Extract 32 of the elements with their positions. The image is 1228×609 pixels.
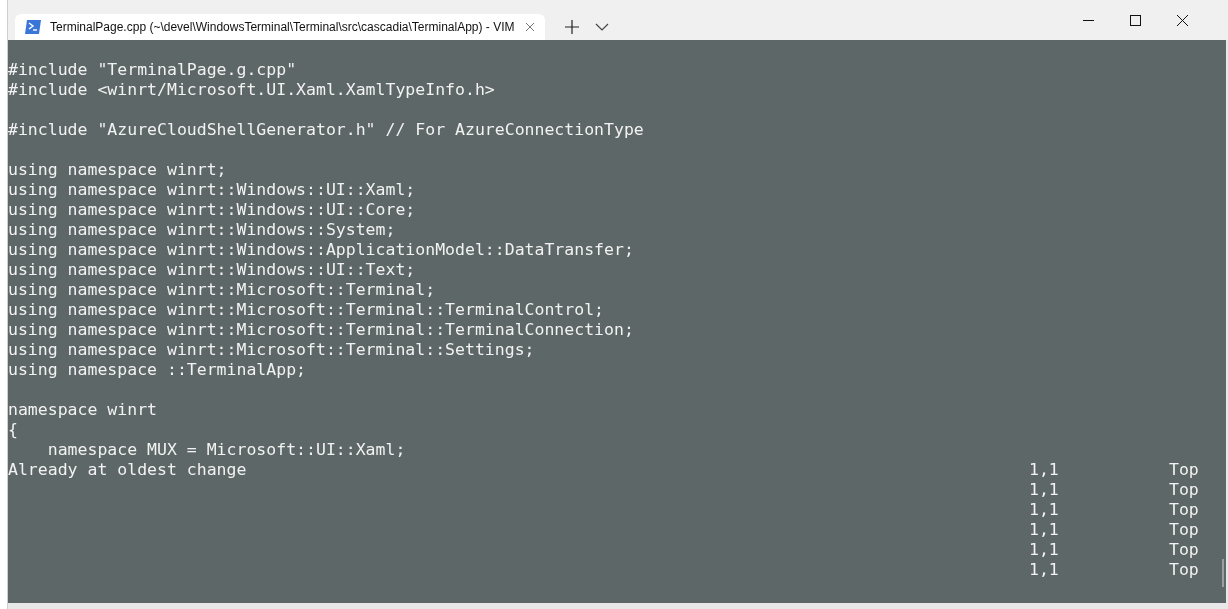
scroll-position: Top — [1169, 540, 1199, 560]
code-line: using namespace ::TerminalApp; — [8, 360, 306, 380]
code-line: #include "AzureCloudShellGenerator.h" // For AzureConnectionType — [8, 120, 644, 140]
cursor-position: 1,1 — [1029, 460, 1059, 479]
cursor-position: 1,1 — [1029, 520, 1059, 539]
code-line: using namespace winrt::Windows::UI::Text; — [8, 260, 416, 280]
code-line: using namespace winrt::Microsoft::Terminal::TerminalConnection; — [8, 320, 634, 340]
code-line: using namespace winrt; — [8, 160, 227, 180]
code-line: #include "TerminalPage.g.cpp" — [8, 60, 297, 80]
tab-title: TerminalPage.cpp (~\devel\WindowsTerminal\Terminal\src\cascadia\TerminalApp) - VIM — [50, 19, 515, 36]
scroll-position: Top — [1169, 460, 1199, 480]
code-line: { — [8, 420, 18, 440]
scroll-position: Top — [1169, 520, 1199, 540]
code-line: using namespace winrt::Windows::UI::Core; — [8, 200, 416, 220]
scroll-position: Top — [1169, 480, 1199, 500]
scroll-position: Top — [1169, 560, 1199, 580]
code-line: using namespace winrt::Windows::UI::Xaml; — [8, 180, 416, 200]
code-line: namespace MUX = Microsoft::UI::Xaml; — [46, 440, 406, 460]
cursor-position: 1,1 — [1029, 560, 1059, 579]
code-line: using namespace winrt::Windows::ApplicationModel::DataTransfer; — [8, 240, 634, 260]
code-line: using namespace winrt::Windows::System; — [8, 220, 396, 240]
cursor-position: 1,1 — [1029, 480, 1059, 499]
status-message: Already at oldest change — [8, 460, 247, 479]
scroll-position: Top — [1169, 500, 1199, 520]
code-line: using namespace winrt::Microsoft::Terminal::Settings; — [8, 340, 535, 360]
code-line: #include <winrt/Microsoft.UI.Xaml.XamlTypeInfo.h> — [8, 80, 495, 100]
cursor-position: 1,1 — [1029, 540, 1059, 559]
code-line: using namespace winrt::Microsoft::Terminal::TerminalControl; — [8, 300, 605, 320]
code-line: namespace winrt — [8, 400, 157, 420]
tab[interactable]: TerminalPage.cpp (~\devel\WindowsTerminal\Terminal\src\cascadia\TerminalApp) - VIM — [15, 14, 545, 40]
cursor-position: 1,1 — [1029, 500, 1059, 519]
code-line: using namespace winrt::Microsoft::Terminal; — [8, 280, 436, 300]
